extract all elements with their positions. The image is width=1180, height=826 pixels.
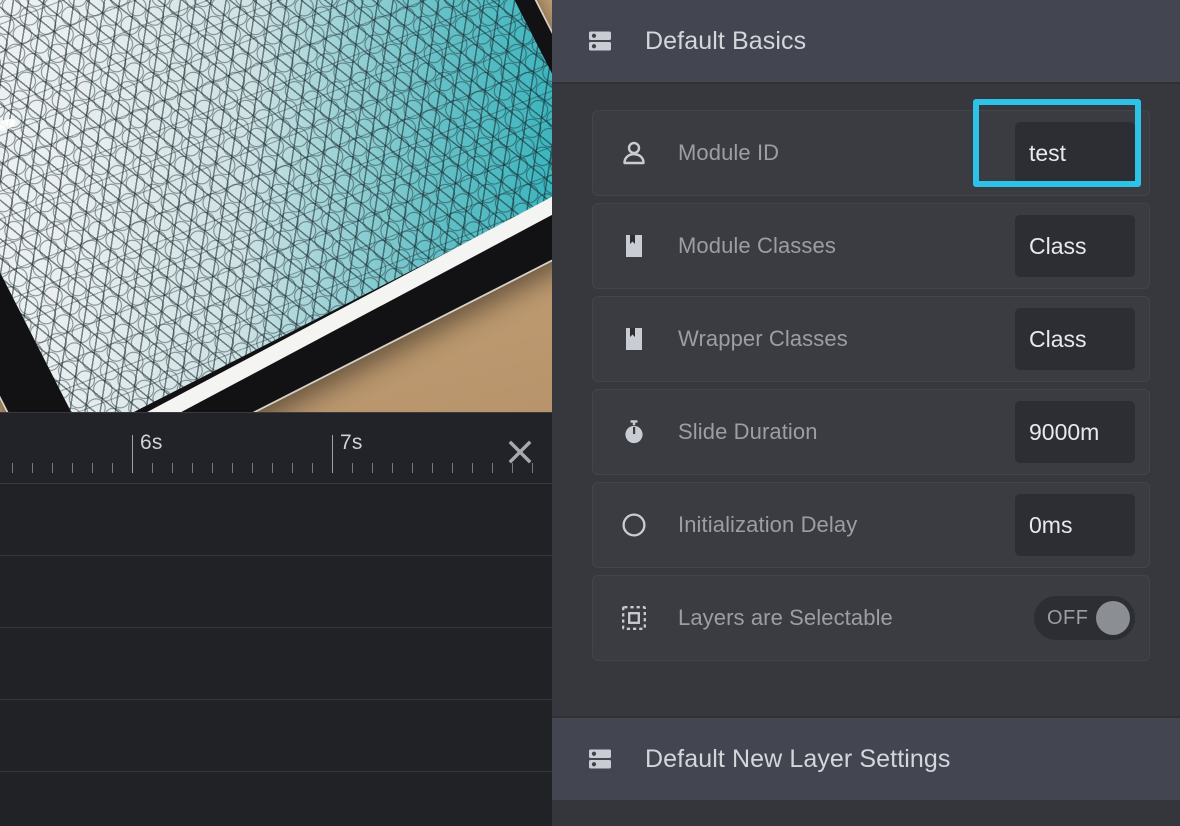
setting-row-slide-duration[interactable]: Slide Duration 9000m bbox=[592, 389, 1150, 475]
ruler-tick-minor bbox=[192, 463, 193, 473]
panel-bottom-strip bbox=[552, 800, 1180, 826]
setting-label: Layers are Selectable bbox=[678, 605, 893, 630]
ruler-tick-minor bbox=[372, 463, 373, 473]
timeline-ruler-ticks: 6s 7s bbox=[0, 413, 552, 485]
ruler-tick-minor bbox=[32, 463, 33, 473]
ruler-tick-minor bbox=[452, 463, 453, 473]
setting-label: Slide Duration bbox=[678, 419, 818, 444]
module-id-input[interactable]: test bbox=[1015, 122, 1135, 184]
timeline-track-row[interactable] bbox=[0, 700, 552, 772]
timeline-tracks[interactable] bbox=[0, 484, 552, 826]
settings-panel: Default Basics Module ID test Module Cla… bbox=[552, 0, 1180, 826]
ruler-tick-minor bbox=[152, 463, 153, 473]
stopwatch-icon bbox=[617, 415, 651, 449]
ruler-tick-major bbox=[332, 435, 333, 473]
ruler-tick-minor bbox=[472, 463, 473, 473]
ruler-tick-minor bbox=[352, 463, 353, 473]
bookmark-icon bbox=[617, 229, 651, 263]
close-icon[interactable] bbox=[502, 434, 538, 470]
user-icon bbox=[617, 136, 651, 170]
selection-box-icon bbox=[617, 601, 651, 635]
ruler-tick-minor bbox=[92, 463, 93, 473]
setting-label: Module ID bbox=[678, 140, 780, 165]
setting-row-initialization-delay[interactable]: Initialization Delay 0ms bbox=[592, 482, 1150, 568]
toggle-knob bbox=[1096, 601, 1130, 635]
delay-clock-icon bbox=[617, 508, 651, 542]
ruler-tick-minor bbox=[232, 463, 233, 473]
app-root: 6s 7s Default Basics Module ID test Modu… bbox=[0, 0, 1180, 826]
section-header-default-basics[interactable]: Default Basics bbox=[552, 0, 1180, 82]
slide-preview[interactable] bbox=[0, 0, 552, 412]
bookmark-icon bbox=[617, 322, 651, 356]
ruler-tick-minor bbox=[112, 463, 113, 473]
ruler-tick-minor bbox=[72, 463, 73, 473]
section-default-new-layer-settings: Default New Layer Settings bbox=[552, 716, 1180, 826]
server-icon bbox=[585, 26, 615, 56]
setting-label: Module Classes bbox=[678, 233, 836, 258]
wrapper-classes-input[interactable]: Class bbox=[1015, 308, 1135, 370]
ruler-tick-minor bbox=[312, 463, 313, 473]
ruler-tick-minor bbox=[492, 463, 493, 473]
module-classes-input[interactable]: Class bbox=[1015, 215, 1135, 277]
ruler-tick-minor bbox=[172, 463, 173, 473]
ruler-tick-label: 6s bbox=[140, 431, 163, 454]
setting-row-wrapper-classes[interactable]: Wrapper Classes Class bbox=[592, 296, 1150, 382]
timeline-track-row[interactable] bbox=[0, 484, 552, 556]
section-title: Default New Layer Settings bbox=[645, 744, 951, 773]
ruler-tick-minor bbox=[412, 463, 413, 473]
initialization-delay-input[interactable]: 0ms bbox=[1015, 494, 1135, 556]
ruler-tick-minor bbox=[252, 463, 253, 473]
timeline-track-row[interactable] bbox=[0, 556, 552, 628]
setting-row-layers-selectable[interactable]: Layers are Selectable OFF bbox=[592, 575, 1150, 661]
ruler-tick-minor bbox=[212, 463, 213, 473]
timeline-track-row[interactable] bbox=[0, 772, 552, 826]
ruler-tick-minor bbox=[432, 463, 433, 473]
editor-left-pane: 6s 7s bbox=[0, 0, 552, 826]
ruler-tick-minor bbox=[272, 463, 273, 473]
ruler-tick-major bbox=[132, 435, 133, 473]
section-body-default-basics: Module ID test Module Classes Class Wrap… bbox=[552, 84, 1180, 698]
section-header-default-new-layer-settings[interactable]: Default New Layer Settings bbox=[552, 718, 1180, 800]
toggle-state-label: OFF bbox=[1047, 606, 1089, 629]
slide-duration-input[interactable]: 9000m bbox=[1015, 401, 1135, 463]
setting-label: Initialization Delay bbox=[678, 512, 858, 537]
timeline-track-row[interactable] bbox=[0, 628, 552, 700]
timeline-ruler[interactable]: 6s 7s bbox=[0, 412, 552, 484]
setting-row-module-id[interactable]: Module ID test bbox=[592, 99, 1150, 196]
ruler-tick-minor bbox=[292, 463, 293, 473]
setting-label: Wrapper Classes bbox=[678, 326, 848, 351]
ruler-tick-minor bbox=[392, 463, 393, 473]
ruler-tick-label: 7s bbox=[340, 431, 363, 454]
layers-selectable-toggle[interactable]: OFF bbox=[1034, 596, 1135, 640]
section-title: Default Basics bbox=[645, 26, 807, 55]
server-icon bbox=[585, 744, 615, 774]
setting-row-module-classes[interactable]: Module Classes Class bbox=[592, 203, 1150, 289]
ruler-tick-minor bbox=[52, 463, 53, 473]
ruler-tick-minor bbox=[12, 463, 13, 473]
